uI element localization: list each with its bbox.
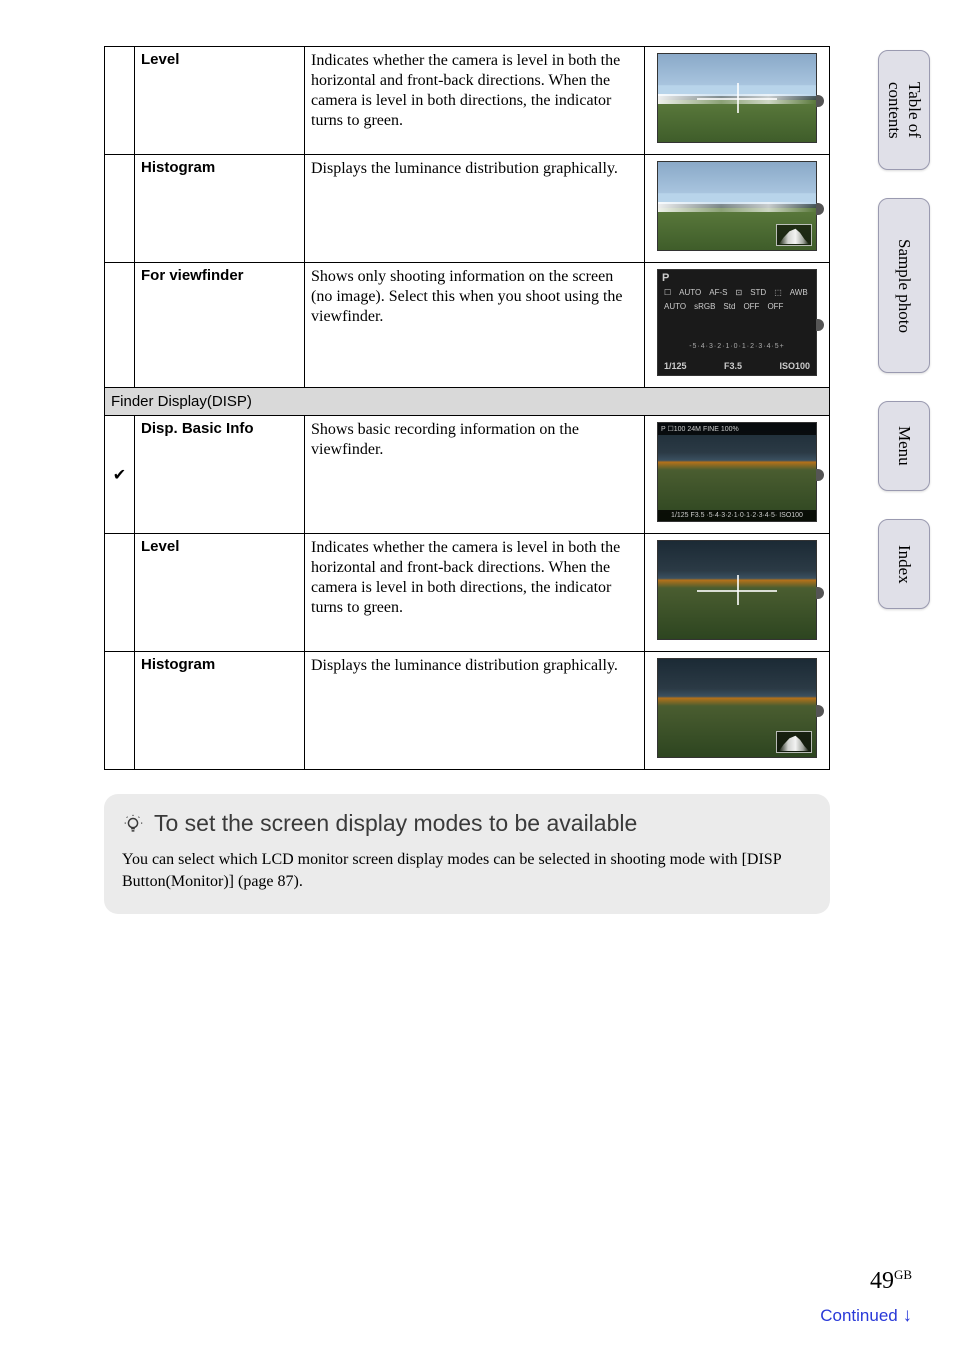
- mode-preview: [645, 155, 830, 263]
- check-cell: [105, 155, 135, 263]
- mode-name: Histogram: [135, 652, 305, 770]
- main-content: Level Indicates whether the camera is le…: [104, 46, 830, 914]
- check-cell: [105, 263, 135, 388]
- mode-description: Displays the luminance distribution grap…: [305, 155, 645, 263]
- continued-indicator: Continued ↓: [820, 1305, 912, 1327]
- down-arrow-icon: ↓: [903, 1305, 913, 1326]
- tab-table-of-contents[interactable]: Table of contents: [878, 50, 930, 170]
- mode-description: Indicates whether the camera is level in…: [305, 47, 645, 155]
- mode-description: Indicates whether the camera is level in…: [305, 534, 645, 652]
- preview-for-viewfinder: P ☐AUTOAF-S⊡STD⬚AWBAUTOsRGBStdOFFOFF -5·…: [657, 269, 817, 376]
- mode-description: Shows basic recording information on the…: [305, 416, 645, 534]
- table-row: Level Indicates whether the camera is le…: [105, 534, 830, 652]
- check-icon: ✔: [113, 467, 126, 484]
- mode-name: Level: [135, 534, 305, 652]
- tip-title: To set the screen display modes to be av…: [154, 810, 637, 837]
- mode-preview: P ☐100 24M FINE 100% 1/125 F3.5 ·5·4·3·2…: [645, 416, 830, 534]
- table-row: Histogram Displays the luminance distrib…: [105, 155, 830, 263]
- preview-level: [657, 53, 817, 143]
- tab-menu[interactable]: Menu: [878, 401, 930, 491]
- finder-section-header: Finder Display(DISP): [105, 388, 830, 416]
- display-modes-table: Level Indicates whether the camera is le…: [104, 46, 830, 770]
- tip-body: You can select which LCD monitor screen …: [122, 849, 812, 892]
- mode-name: Histogram: [135, 155, 305, 263]
- page-number: 49GB: [870, 1267, 912, 1295]
- check-cell: ✔: [105, 416, 135, 534]
- finder-section-header-row: Finder Display(DISP): [105, 388, 830, 416]
- mode-description: Displays the luminance distribution grap…: [305, 652, 645, 770]
- table-row: Level Indicates whether the camera is le…: [105, 47, 830, 155]
- mode-name: For viewfinder: [135, 263, 305, 388]
- mode-name: Level: [135, 47, 305, 155]
- mode-name: Disp. Basic Info: [135, 416, 305, 534]
- tip-box: To set the screen display modes to be av…: [104, 794, 830, 914]
- mode-preview: [645, 47, 830, 155]
- mode-preview: [645, 534, 830, 652]
- table-row: For viewfinder Shows only shooting infor…: [105, 263, 830, 388]
- mode-preview: [645, 652, 830, 770]
- side-tabs: Table of contents Sample photo Menu Inde…: [878, 50, 934, 637]
- check-cell: [105, 47, 135, 155]
- check-cell: [105, 652, 135, 770]
- preview-finder-level: [657, 540, 817, 640]
- mode-preview: P ☐AUTOAF-S⊡STD⬚AWBAUTOsRGBStdOFFOFF -5·…: [645, 263, 830, 388]
- tab-sample-photo[interactable]: Sample photo: [878, 198, 930, 373]
- tip-title-row: To set the screen display modes to be av…: [122, 810, 812, 837]
- mode-description: Shows only shooting information on the s…: [305, 263, 645, 388]
- preview-disp-basic-info: P ☐100 24M FINE 100% 1/125 F3.5 ·5·4·3·2…: [657, 422, 817, 522]
- preview-histogram: [657, 161, 817, 251]
- tab-index[interactable]: Index: [878, 519, 930, 609]
- table-row: Histogram Displays the luminance distrib…: [105, 652, 830, 770]
- preview-finder-histogram: [657, 658, 817, 758]
- check-cell: [105, 534, 135, 652]
- lightbulb-icon: [122, 813, 144, 835]
- table-row: ✔ Disp. Basic Info Shows basic recording…: [105, 416, 830, 534]
